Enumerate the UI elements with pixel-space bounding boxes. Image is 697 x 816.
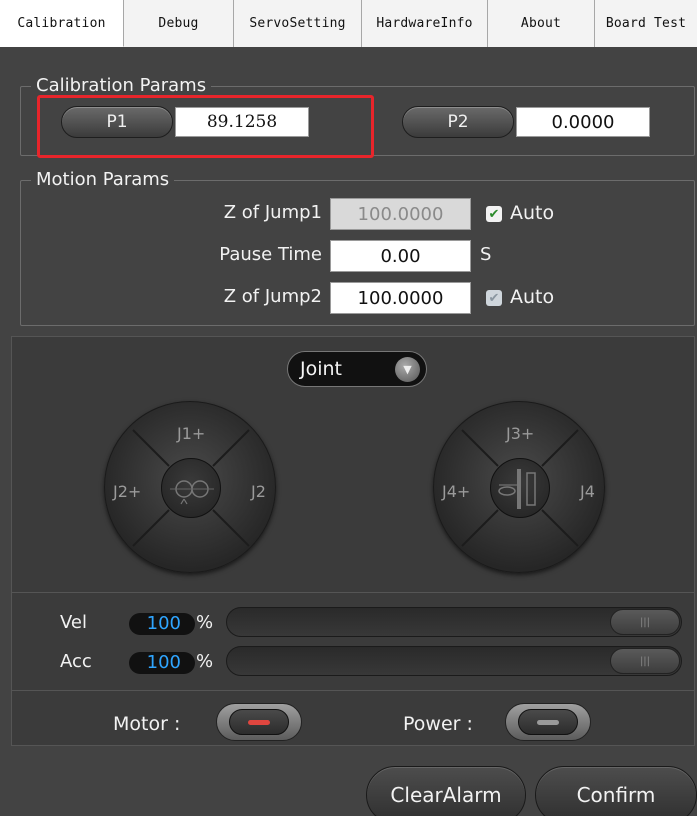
acc-label: Acc [60, 651, 92, 672]
confirm-button[interactable]: Confirm [535, 766, 697, 816]
jump2-auto-label: Auto [510, 286, 555, 308]
p2-button[interactable]: P2 [402, 106, 514, 138]
j1-plus-button[interactable]: J1+ [177, 424, 205, 443]
motion-params-title: Motion Params [31, 169, 175, 191]
pause-time-unit: S [480, 244, 492, 265]
jump1-auto-label: Auto [510, 202, 555, 224]
motor-toggle-knob [229, 709, 289, 735]
p2-value-field[interactable]: 0.0000 [516, 107, 650, 137]
robot-arm-icon [161, 458, 221, 518]
vel-label: Vel [60, 612, 87, 633]
j4-minus-button[interactable]: J4 [580, 482, 595, 501]
vel-slider[interactable]: ||| [226, 607, 682, 637]
pause-time-label: Pause Time [219, 244, 322, 265]
acc-value[interactable]: 100 [129, 652, 195, 674]
robot-arm-icon [490, 458, 550, 518]
tab-servosetting[interactable]: ServoSetting [234, 0, 362, 47]
j3-plus-button[interactable]: J3+ [506, 424, 534, 443]
vel-value[interactable]: 100 [129, 613, 195, 635]
acc-slider[interactable]: ||| [226, 646, 682, 676]
tab-hardwareinfo[interactable]: HardwareInfo [362, 0, 488, 47]
motor-toggle[interactable] [216, 703, 302, 741]
tab-about[interactable]: About [488, 0, 595, 47]
jump2-auto-checkbox[interactable]: ✔ [486, 290, 502, 306]
acc-slider-thumb[interactable]: ||| [610, 648, 680, 674]
j2-plus-button[interactable]: J2+ [113, 482, 141, 501]
power-toggle[interactable] [505, 703, 591, 741]
tab-bar: Calibration Debug ServoSetting HardwareI… [0, 0, 697, 47]
calibration-params-title: Calibration Params [31, 75, 212, 97]
jump1-auto-checkbox[interactable]: ✔ [486, 206, 502, 222]
power-indicator [537, 719, 559, 725]
power-label: Power : [403, 713, 473, 735]
jump1-field[interactable]: 100.0000 [330, 198, 471, 230]
motor-indicator [248, 719, 270, 725]
separator [11, 690, 695, 691]
separator [11, 592, 695, 593]
motor-label: Motor : [113, 713, 181, 735]
vel-unit: % [196, 612, 214, 633]
jump2-label: Z of Jump2 [223, 286, 322, 307]
jog-dial-j1-j2[interactable]: J1+ J2+ J2 [104, 401, 276, 573]
p1-highlight-box [37, 95, 374, 158]
acc-unit: % [196, 651, 214, 672]
jump2-field[interactable]: 100.0000 [330, 282, 471, 314]
tab-board-test[interactable]: Board Test [595, 0, 697, 47]
jog-mode-value: Joint [300, 358, 342, 380]
chevron-down-icon: ▼ [395, 357, 420, 382]
j4-plus-button[interactable]: J4+ [442, 482, 470, 501]
power-toggle-knob [518, 709, 578, 735]
tab-calibration[interactable]: Calibration [0, 0, 124, 47]
j2-minus-button[interactable]: J2 [251, 482, 266, 501]
jog-dial-j3-j4[interactable]: J3+ J4+ J4 [433, 401, 605, 573]
jump1-label: Z of Jump1 [223, 202, 322, 223]
clear-alarm-button[interactable]: ClearAlarm [366, 766, 526, 816]
tab-debug[interactable]: Debug [124, 0, 234, 47]
pause-time-field[interactable]: 0.00 [330, 240, 471, 272]
jog-mode-select[interactable]: Joint ▼ [287, 351, 427, 387]
vel-slider-thumb[interactable]: ||| [610, 609, 680, 635]
